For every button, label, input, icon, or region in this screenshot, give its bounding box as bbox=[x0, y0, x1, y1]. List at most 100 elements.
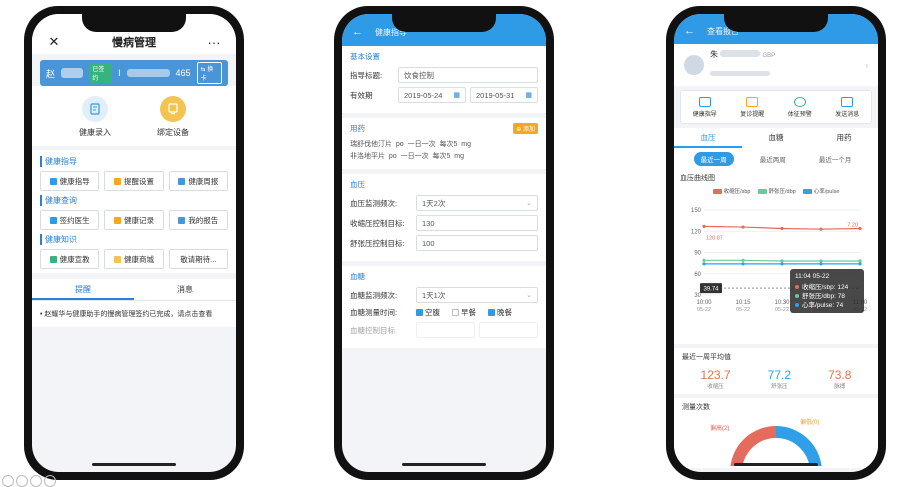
health-mall-button[interactable]: 健康商城 bbox=[104, 249, 164, 269]
patient-id-suffix: 465 bbox=[175, 68, 191, 78]
phone-notch bbox=[392, 14, 496, 32]
checkbox-box bbox=[452, 309, 459, 316]
health-records-button[interactable]: 健康记录 bbox=[104, 210, 164, 230]
reminder-icon bbox=[746, 96, 759, 107]
tab-messages[interactable]: 消息 bbox=[134, 279, 236, 300]
guidance-icon bbox=[49, 177, 57, 185]
legend-label: 收缩压/sbp bbox=[723, 189, 751, 195]
dinner-checkbox[interactable]: 晚餐 bbox=[488, 307, 512, 318]
bp-line-chart[interactable]: 15012090603010:0005-2210:1505-2210:3005-… bbox=[680, 195, 872, 335]
add-medication-button[interactable]: ⊕ 添加 bbox=[513, 123, 538, 134]
bell-icon bbox=[113, 177, 121, 185]
patient-profile[interactable]: 朱 GBP › bbox=[674, 44, 878, 86]
data-point bbox=[741, 258, 745, 262]
start-date-field[interactable]: 2019-05-24 ▦ bbox=[398, 87, 466, 103]
back-arrow-icon[interactable]: ← bbox=[684, 25, 695, 37]
blood-glucose-card: 血糖 血糖监测频次: 1天1次 ⌄ 血糖测量时间: 空腹 早餐 晚餐 血糖控制目标 bbox=[342, 266, 546, 348]
data-point bbox=[819, 262, 823, 266]
health-guidance-action[interactable]: 健康指导 bbox=[681, 91, 729, 123]
message-text: 赵耀华与健康助手的慢病管理签约已完成，请点击查看 bbox=[44, 311, 213, 318]
weekly-report-button[interactable]: 健康周报 bbox=[168, 171, 228, 191]
health-education-button[interactable]: 健康宣教 bbox=[40, 249, 100, 269]
tooltip-row: 舒张压/dbp: 78 bbox=[802, 291, 845, 300]
data-point bbox=[702, 224, 706, 228]
reminder-settings-button[interactable]: 提醒设置 bbox=[104, 171, 164, 191]
range-selector: 最近一周 最近两周 最近一个月 bbox=[674, 148, 878, 170]
y-tick-label: 90 bbox=[694, 251, 701, 257]
end-date-field[interactable]: 2019-05-31 ▦ bbox=[470, 87, 538, 103]
data-point bbox=[858, 226, 862, 231]
tab-blood-glucose[interactable]: 血糖 bbox=[742, 128, 810, 148]
profile-name: 朱 bbox=[710, 50, 718, 59]
glucose-target-min-field[interactable] bbox=[416, 322, 475, 338]
health-entry-button[interactable]: 健康录入 bbox=[79, 96, 111, 138]
section-heading: 血糖 bbox=[350, 271, 538, 282]
shop-icon bbox=[113, 255, 121, 263]
heading-text: 用药 bbox=[350, 124, 365, 133]
avg-value: 73.8 bbox=[828, 368, 852, 382]
section-heading: 最近一周平均值 bbox=[682, 354, 731, 361]
diastolic-target-field[interactable]: 100 bbox=[416, 235, 538, 251]
signed-doctor-button[interactable]: 签约医生 bbox=[40, 210, 100, 230]
avg-diastolic: 77.2 舒张压 bbox=[768, 368, 791, 390]
glucose-target-max-field[interactable] bbox=[479, 322, 538, 338]
tab-blood-pressure[interactable]: 血压 bbox=[674, 128, 742, 148]
section-heading: 测量次数 bbox=[682, 404, 710, 411]
breakfast-checkbox[interactable]: 早餐 bbox=[452, 307, 476, 318]
button-label: 健康宣教 bbox=[59, 254, 90, 264]
legend-item-pulse[interactable]: 心率/pulse bbox=[802, 187, 839, 195]
phone-screen: ← 健康指导 基本设置 指导标题: 饮食控制 有效期 2019-05-24 ▦ 2… bbox=[342, 14, 546, 472]
switch-card-button[interactable]: ⇆ 换卡 bbox=[196, 62, 222, 84]
followup-reminder-action[interactable]: 复诊提醒 bbox=[729, 91, 777, 123]
range-last-week[interactable]: 最近一周 bbox=[693, 152, 734, 166]
bp-frequency-select[interactable]: 1天2次 ⌄ bbox=[416, 195, 538, 211]
chevron-right-icon: › bbox=[865, 60, 868, 70]
action-label: 健康指导 bbox=[692, 111, 717, 118]
systolic-target-row: 收缩压控制目标: 130 bbox=[350, 215, 538, 231]
action-label: 体征预警 bbox=[787, 111, 812, 118]
tooltip-swatch bbox=[795, 285, 799, 289]
drug-name: 瑞舒伐他汀片 bbox=[350, 141, 392, 148]
field-value: 100 bbox=[422, 238, 435, 248]
field-label: 指导标题: bbox=[350, 70, 383, 80]
field-value: 1天1次 bbox=[422, 290, 446, 300]
field-label: 血糖监测频次: bbox=[350, 290, 398, 300]
calendar-icon: ▦ bbox=[453, 92, 460, 99]
tab-reminders[interactable]: 提醒 bbox=[32, 279, 134, 300]
coming-soon-button[interactable]: 敬请期待... bbox=[168, 249, 228, 269]
edit-note-icon bbox=[82, 96, 108, 122]
guide-title-field[interactable]: 饮食控制 bbox=[398, 67, 538, 83]
legend-label: 舒张压/dbp bbox=[768, 189, 796, 195]
range-last-two-weeks[interactable]: 最近两周 bbox=[753, 152, 793, 166]
close-icon[interactable]: ✕ bbox=[46, 34, 62, 50]
my-reports-button[interactable]: 我的报告 bbox=[168, 210, 228, 230]
bind-device-button[interactable]: 绑定设备 bbox=[157, 96, 189, 138]
section-heading: 血压 bbox=[350, 179, 538, 190]
more-icon[interactable]: ··· bbox=[206, 35, 222, 50]
list-item[interactable]: • 赵耀华与健康助手的慢病管理签约已完成，请点击查看 bbox=[32, 301, 236, 327]
field-label: 血糖测量时间: bbox=[350, 308, 398, 317]
section-heading: 健康知识 bbox=[40, 234, 228, 245]
legend-swatch bbox=[712, 188, 722, 194]
glucose-frequency-select[interactable]: 1天1次 ⌄ bbox=[416, 287, 538, 303]
patient-card-band: 赵 已签约 I 465 ⇆ 换卡 bbox=[40, 60, 228, 86]
profile-name-row: 朱 GBP bbox=[710, 49, 775, 60]
drug-frequency: 一日一次 bbox=[400, 153, 429, 160]
heading-text: 基本设置 bbox=[350, 52, 380, 61]
tab-medication[interactable]: 用药 bbox=[810, 128, 878, 148]
legend-item-sbp[interactable]: 收缩压/sbp bbox=[712, 187, 751, 195]
send-message-action[interactable]: 发送消息 bbox=[824, 91, 872, 123]
vital-alert-action[interactable]: 体征预警 bbox=[776, 91, 824, 123]
health-guidance-button[interactable]: 健康指导 bbox=[40, 171, 100, 191]
chart-title: 血压曲线图 bbox=[680, 175, 715, 182]
legend-item-dbp[interactable]: 舒张压/dbp bbox=[757, 187, 796, 195]
bp-chart-card: 血压曲线图 收缩压/sbp 舒张压/dbp 心率/pulse 150 120 90 6… bbox=[674, 170, 878, 344]
watermark-icons bbox=[2, 475, 56, 487]
health-entry-label: 健康录入 bbox=[79, 128, 111, 137]
systolic-target-field[interactable]: 130 bbox=[416, 215, 538, 231]
fasting-checkbox[interactable]: 空腹 bbox=[416, 307, 440, 318]
tooltip-time: 11:04 05-22 bbox=[795, 273, 830, 280]
y-tick-label: 120 bbox=[691, 229, 702, 235]
range-last-month[interactable]: 最近一个月 bbox=[812, 152, 859, 166]
back-arrow-icon[interactable]: ← bbox=[352, 26, 363, 38]
